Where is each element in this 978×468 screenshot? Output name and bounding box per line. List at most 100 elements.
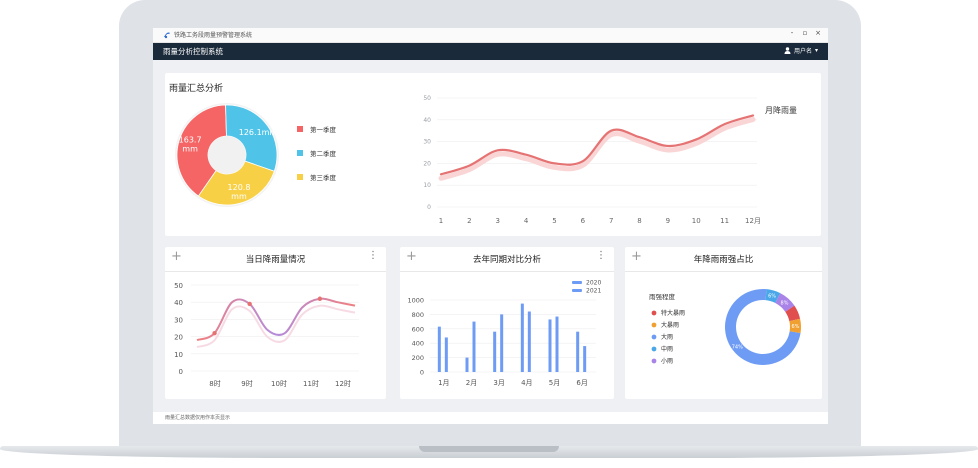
compare-card: + 去年同期对比分析 ⋮ 0 200 400 600 800 1000 1月 2月 3月 4月 5月… <box>400 247 614 399</box>
x-tick-label: 1 <box>439 217 443 225</box>
restore-button[interactable]: ▫ <box>799 29 811 37</box>
legend-label: 第一季度 <box>310 126 336 134</box>
caret-down-icon: ▾ <box>814 47 818 54</box>
y-tick-label: 10 <box>423 182 431 189</box>
intensity-card: + 年降雨雨强占比 雨强程度 特大暴雨 大暴雨 大雨 中雨 小雨 74% 6% 8% 6% <box>625 247 822 399</box>
x-tick-label: 12月 <box>745 217 761 225</box>
bar-2021-3月 <box>500 314 504 372</box>
y-tick-label: 10 <box>174 351 183 359</box>
legend-label: 2020 <box>586 280 601 287</box>
compare-card-title: 去年同期对比分析 <box>472 255 541 265</box>
legend-swatch-icon <box>297 174 303 180</box>
x-tick-label: 5月 <box>549 379 560 387</box>
series-shadow <box>438 116 756 181</box>
app-header: 雨量分析控制系统 用户名 ▾ <box>153 43 828 60</box>
y-tick-label: 30 <box>174 316 183 324</box>
intensity-donut-chart: 雨强程度特大暴雨大暴雨大雨中雨小雨 74% 6% 8% 6% <box>649 289 801 365</box>
intensity-card-header: + 年降雨雨强占比 <box>625 247 822 272</box>
y-tick-label: 0 <box>179 368 183 376</box>
legend-label: 2021 <box>586 288 601 295</box>
x-tick-label: 10 <box>692 217 701 225</box>
x-tick-label: 11 <box>720 217 729 225</box>
x-tick-label: 4 <box>524 217 529 225</box>
y-tick-label: 400 <box>412 340 424 348</box>
pie-slice-label: 163.7 <box>179 136 202 145</box>
x-tick-label: 11时 <box>303 379 319 388</box>
donut-slice-label: 6% <box>768 294 776 300</box>
pie-hole <box>208 136 246 174</box>
x-tick-label: 6 <box>581 217 586 225</box>
legend-item-q1: 第一季度 <box>297 117 336 141</box>
donut-slice-label: 74% <box>732 345 743 351</box>
bar-2020-6月 <box>576 331 580 372</box>
screen: 铁路工务段雨量预警管理系统 - ▫ × 雨量分析控制系统 用户名 ▾ 雨量汇总分… <box>153 28 828 424</box>
x-tick-label: 2 <box>467 217 471 225</box>
series-line <box>439 114 755 176</box>
x-tick-label: 9 <box>666 217 670 225</box>
user-name: 用户名 <box>793 48 812 55</box>
legend-item-q2: 第二季度 <box>297 141 336 165</box>
compare-card-header: + 去年同期对比分析 ⋮ <box>400 247 614 272</box>
y-tick-label: 0 <box>427 204 431 211</box>
legend-swatch-2021 <box>572 289 582 292</box>
data-point <box>317 296 323 301</box>
more-vertical-icon[interactable]: ⋮ <box>368 250 378 262</box>
quarter-legend: 第一季度 第二季度 第三季度 <box>297 117 336 189</box>
daily-rainfall-card: + 当日降雨量情况 ⋮ 0 10 20 30 40 50 8时 9时 10时 11时 12时 <box>165 247 386 399</box>
pie-slice-label: 120.8 <box>228 183 251 192</box>
legend-label: 特大暴雨 <box>661 309 685 317</box>
x-tick-label: 12时 <box>335 379 351 388</box>
legend-dot-icon <box>651 334 657 340</box>
y-tick-label: 200 <box>412 354 424 362</box>
legend-dot-icon <box>651 358 657 364</box>
bar-2020-1月 <box>437 326 441 372</box>
daily-card-header: + 当日降雨量情况 ⋮ <box>165 247 386 272</box>
bar-2021-6月 <box>583 346 587 372</box>
x-tick-label: 10时 <box>271 379 287 388</box>
close-button[interactable]: × <box>812 29 824 37</box>
legend-swatch-icon <box>297 126 303 132</box>
x-tick-label: 5 <box>552 217 556 225</box>
footer-text: 雨量汇总数据仅用作本页显示 <box>165 415 231 421</box>
monthly-rainfall-chart: 0 10 20 30 40 50 1 2 3 4 5 6 7 8 9 10 11 12月 月降雨量 <box>423 95 797 225</box>
x-tick-label: 6月 <box>576 379 587 387</box>
y-tick-label: 40 <box>174 299 183 307</box>
y-tick-label: 0 <box>420 369 424 377</box>
quarter-pie-chart: 163.7mm126.1mm120.8mm <box>175 103 279 207</box>
legend-swatch-2020 <box>572 281 582 284</box>
user-menu[interactable]: 用户名 ▾ <box>784 46 818 55</box>
legend-label: 第三季度 <box>310 174 336 182</box>
user-icon <box>784 47 791 54</box>
bar-2021-1月 <box>444 337 448 372</box>
x-tick-label: 2月 <box>466 379 477 387</box>
legend-label: 第二季度 <box>310 150 336 158</box>
window-title: 铁路工务段雨量预警管理系统 <box>174 32 253 39</box>
y-tick-label: 40 <box>423 117 431 124</box>
y-tick-label: 30 <box>423 139 431 146</box>
daily-rainfall-chart: 0 10 20 30 40 50 8时 9时 10时 11时 12时 <box>174 282 359 388</box>
y-tick-label: 20 <box>423 160 431 167</box>
donut-slice-label: 8% <box>781 300 789 306</box>
legend-label: 中雨 <box>661 345 673 353</box>
more-vertical-icon[interactable]: ⋮ <box>596 250 606 262</box>
x-tick-label: 8 <box>637 217 641 225</box>
legend-label: 大雨 <box>661 333 673 341</box>
legend-dot-icon <box>651 322 657 328</box>
x-tick-label: 8时 <box>209 379 220 388</box>
y-tick-label: 20 <box>174 334 183 342</box>
laptop-base <box>0 446 978 468</box>
x-tick-label: 9时 <box>241 379 252 388</box>
bar-2020-3月 <box>493 331 497 372</box>
x-tick-label: 4月 <box>521 379 532 387</box>
footer: 雨量汇总数据仅用作本页显示 <box>153 412 828 424</box>
legend-label: 大暴雨 <box>661 321 679 329</box>
data-point <box>212 330 217 336</box>
chart-title: 月降雨量 <box>765 105 797 115</box>
y-tick-label: 1000 <box>407 297 424 305</box>
bar-2020-2月 <box>465 357 469 372</box>
y-tick-label: 600 <box>412 325 424 333</box>
legend-dot-icon <box>651 346 657 352</box>
minimize-button[interactable]: - <box>786 29 798 37</box>
legend-label: 小雨 <box>661 357 673 365</box>
pie-slice-label: 126.1mm <box>239 128 278 137</box>
